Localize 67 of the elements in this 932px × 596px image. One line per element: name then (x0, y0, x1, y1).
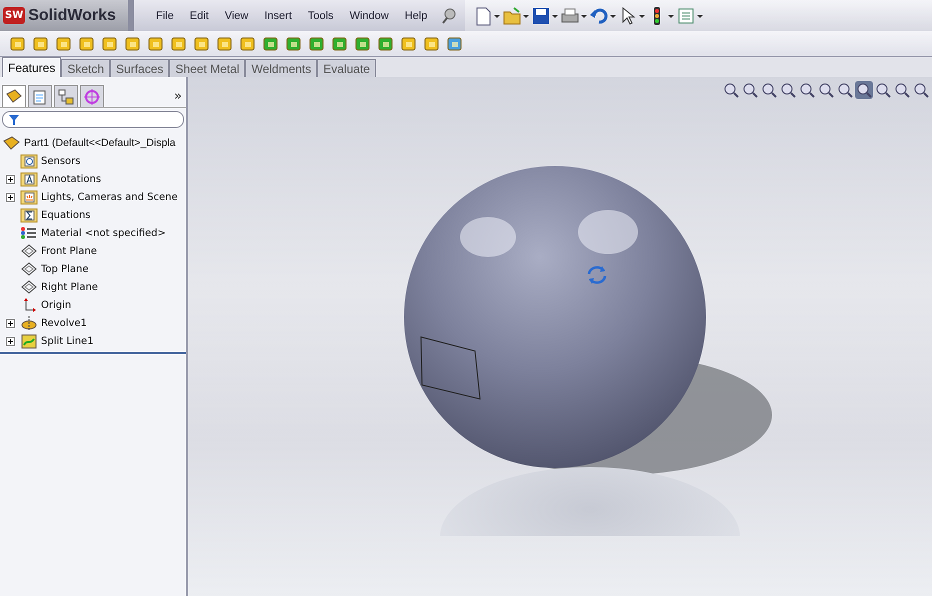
menu-item[interactable]: Window (342, 10, 397, 22)
tree-item-label[interactable]: Annotations (41, 174, 102, 184)
tree-item-label[interactable]: Equations (41, 210, 90, 220)
command-tab[interactable]: Surfaces (110, 59, 170, 77)
tree-item-label[interactable]: Material <not specified> (41, 228, 166, 238)
rotate-icon (585, 264, 609, 286)
configuration-tab[interactable] (54, 85, 78, 107)
logo-badge: SW (3, 7, 26, 24)
hierarchy-icon (57, 88, 75, 106)
equations-folder-icon (20, 207, 38, 223)
tree-item-label[interactable]: Top Plane (41, 264, 88, 274)
view-tool-icon[interactable] (760, 81, 778, 99)
view-tool-icon[interactable] (722, 81, 740, 99)
printer-icon[interactable] (560, 6, 580, 26)
plane-icon (20, 261, 38, 277)
menu-item[interactable]: Help (396, 10, 436, 22)
command-tab[interactable]: Sheet Metal (169, 59, 246, 77)
menu-item[interactable]: File (148, 10, 182, 22)
save-icon[interactable] (531, 6, 552, 26)
expand-icon[interactable] (6, 318, 15, 328)
tree-item-label[interactable]: Part1 (Default<<Default>_Displa (24, 137, 176, 149)
view-tool-icon[interactable] (874, 81, 892, 99)
command-tab[interactable]: Sketch (61, 59, 110, 77)
view-tool-icon[interactable] (836, 81, 854, 99)
menu-item[interactable]: View (216, 10, 256, 22)
menu-item[interactable]: Insert (256, 10, 300, 22)
view-tool-icon[interactable] (798, 81, 816, 99)
expand-icon[interactable] (6, 192, 15, 202)
tree-item-label[interactable]: Sensors (41, 156, 80, 166)
plane-icon (20, 279, 38, 295)
tree-item-label[interactable]: Revolve1 (41, 318, 87, 328)
view-tool-icon[interactable] (912, 81, 930, 99)
annotation-folder-icon (20, 171, 38, 187)
view-tool-icon[interactable] (893, 81, 911, 99)
part-icon (3, 135, 21, 151)
part-icon (5, 88, 23, 106)
lights-folder-icon (20, 189, 38, 205)
tree-item-label[interactable]: Split Line1 (41, 336, 94, 346)
tree-item-label[interactable]: Lights, Cameras and Scene (41, 192, 178, 202)
expand-icon[interactable] (6, 174, 15, 184)
sensor-folder-icon (20, 153, 38, 169)
crosshair-icon (83, 88, 101, 106)
menu-item[interactable]: Edit (182, 10, 217, 22)
tree-item-label[interactable]: Right Plane (41, 282, 98, 292)
plane-icon (20, 243, 38, 259)
property-tab[interactable] (28, 85, 52, 107)
feature-tree-tab[interactable] (2, 85, 26, 107)
view-tool-icon[interactable] (779, 81, 797, 99)
filter-icon (8, 114, 20, 126)
view-tool-icon[interactable] (741, 81, 759, 99)
command-tab[interactable]: Weldments (245, 59, 318, 77)
command-tab[interactable]: Features (2, 57, 62, 77)
expand-panel-button[interactable]: » (174, 89, 182, 107)
filter-field[interactable] (2, 111, 184, 128)
app-name: SolidWorks (28, 6, 116, 24)
revolve-icon (20, 315, 38, 331)
undo-icon[interactable] (589, 6, 610, 26)
material-icon (20, 225, 38, 241)
menu-item[interactable]: Tools (300, 10, 342, 22)
tree-item-label[interactable]: Origin (41, 300, 72, 310)
view-tool-icon[interactable] (855, 81, 873, 99)
tree-item-label[interactable]: Front Plane (41, 246, 97, 256)
options-list-icon[interactable] (676, 6, 696, 26)
command-tab[interactable]: Evaluate (317, 59, 376, 77)
open-folder-icon[interactable] (502, 6, 522, 26)
view-tool-icon[interactable] (817, 81, 835, 99)
expand-icon[interactable] (6, 336, 15, 346)
